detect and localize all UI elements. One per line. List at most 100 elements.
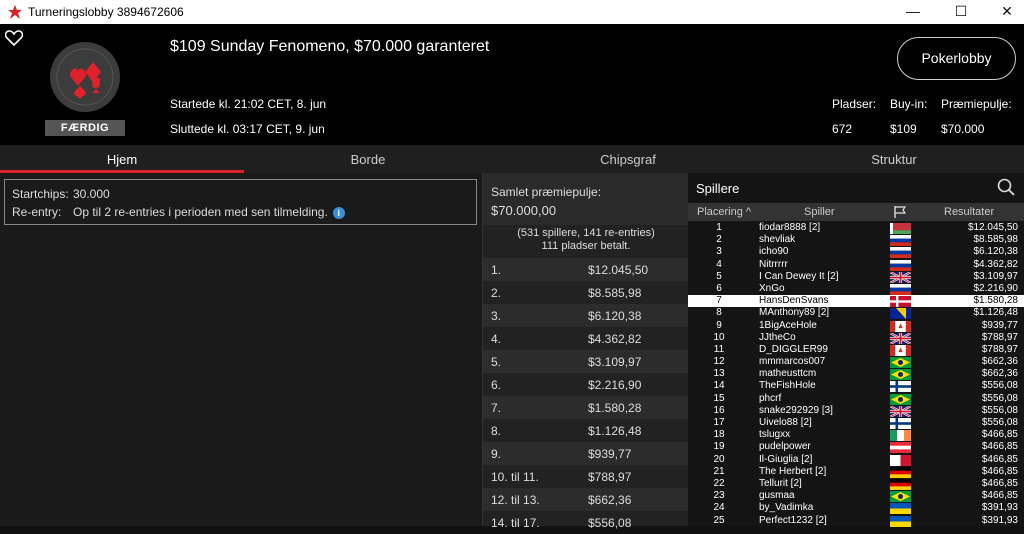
prize-summary: (531 spillere, 141 re-entries) 111 plads… [483, 227, 689, 253]
player-name: pudelpower [759, 441, 811, 453]
country-flag-icon [890, 223, 911, 234]
player-name: Il-Giuglia [2] [759, 453, 813, 465]
player-row[interactable]: 24 by_Vadimka $391,93 [688, 502, 1024, 515]
player-rank: 16 [713, 404, 725, 416]
tab-structure[interactable]: Struktur [764, 145, 1024, 173]
player-result: $391,93 [981, 514, 1018, 526]
players-pane: Spillere Placering ^ Spiller Resultater … [688, 173, 1024, 527]
prize-place: 4. [491, 332, 502, 346]
country-flag-icon [890, 308, 911, 320]
info-icon[interactable]: i [332, 206, 345, 219]
player-row[interactable]: 5 I Can Dewey It [2] $3.109,97 [688, 271, 1024, 283]
player-row[interactable]: 20 Il-Giuglia [2] $466,85 [688, 454, 1024, 466]
player-name: Uivelo88 [2] [759, 417, 812, 428]
player-row[interactable]: 1 fiodar8888 [2] $12.045,50 [688, 222, 1024, 234]
prize-row: 7. $1.580,28 [483, 396, 689, 419]
player-row[interactable]: 3 icho90 $6.120,38 [688, 246, 1024, 259]
buyin-label: Buy-in: [890, 97, 928, 111]
player-rank: 19 [713, 441, 725, 453]
prize-place: 3. [491, 309, 502, 323]
entries-text: (531 spillere, 141 re-entries) [517, 227, 655, 239]
flag-column-icon[interactable] [893, 205, 907, 219]
tab-chipgraph[interactable]: Chipsgraf [492, 145, 764, 173]
prize-row: 8. $1.126,48 [483, 419, 689, 442]
player-name: MAnthony89 [2] [759, 307, 830, 319]
player-row[interactable]: 2 shevliak $8.585,98 [688, 234, 1024, 247]
player-result: $1.126,48 [973, 307, 1019, 319]
player-result: $1.580,28 [973, 295, 1019, 307]
player-row[interactable]: 6 XnGo $2.216,90 [688, 283, 1024, 295]
player-row[interactable]: 4 Nitrrrrr $4.362,82 [688, 259, 1024, 271]
paid-text: 111 pladser betalt. [541, 240, 631, 252]
country-flag-icon [890, 393, 911, 405]
player-row[interactable]: 18 tslugxx $466,85 [688, 429, 1024, 442]
country-flag-icon [890, 418, 911, 429]
country-flag-icon [890, 381, 911, 393]
player-row[interactable]: 9 1BigAceHole $939,77 [688, 320, 1024, 332]
tab-bar: Hjem Borde Chipsgraf Struktur [0, 145, 1024, 173]
maximize-button[interactable]: ☐ [938, 0, 984, 24]
prize-place: 8. [491, 424, 502, 438]
player-row[interactable]: 8 MAnthony89 [2] $1.126,48 [688, 307, 1024, 320]
player-result: $662,36 [981, 368, 1018, 380]
close-button[interactable]: ✕ [984, 0, 1024, 24]
player-name: I Can Dewey It [2] [759, 270, 839, 282]
player-row[interactable]: 22 Tellurit [2] $466,85 [688, 478, 1024, 490]
country-flag-icon [890, 259, 911, 271]
prize-amount: $556,08 [588, 516, 632, 530]
player-name: matheusttcm [759, 368, 817, 380]
player-row[interactable]: 10 JJtheCo $788,97 [688, 332, 1024, 344]
player-result: $8.585,98 [973, 234, 1019, 246]
prize-place: 9. [491, 447, 502, 461]
prize-amount: $2.216,90 [588, 378, 642, 392]
prize-row: 12. til 13. $662,36 [483, 488, 689, 511]
status-badge: FÆRDIG [45, 120, 125, 136]
country-flag-icon [890, 283, 911, 295]
player-row[interactable]: 19 pudelpower $466,85 [688, 441, 1024, 454]
prize-place: 14. til 17. [491, 516, 540, 530]
minimize-button[interactable]: — [890, 0, 936, 24]
prizepool-value: $70.000 [941, 122, 985, 136]
player-row[interactable]: 14 TheFishHole $556,08 [688, 380, 1024, 393]
poker-lobby-button[interactable]: Pokerlobby [897, 37, 1016, 80]
player-row[interactable]: 25 Perfect1232 [2] $391,93 [688, 515, 1024, 527]
country-flag-icon [890, 369, 911, 381]
player-row[interactable]: 12 mmmarcos007 $662,36 [688, 356, 1024, 369]
search-icon[interactable] [997, 178, 1015, 196]
player-row[interactable]: 15 phcrf $556,08 [688, 393, 1024, 405]
player-row[interactable]: 7 HansDenSvans $1.580,28 [688, 295, 1024, 308]
prize-place: 1. [491, 263, 502, 277]
col-results[interactable]: Resultater [944, 206, 994, 218]
end-time: Sluttede kl. 03:17 CET, 9. jun [170, 122, 325, 136]
sort-ascending-icon: ^ [745, 206, 752, 218]
player-result: $6.120,38 [973, 246, 1019, 258]
player-name: XnGo [759, 282, 785, 294]
player-rank: 5 [716, 270, 722, 282]
player-row[interactable]: 16 snake292929 [3] $556,08 [688, 405, 1024, 417]
player-name: JJtheCo [759, 331, 796, 343]
player-row[interactable]: 21 The Herbert [2] $466,85 [688, 466, 1024, 478]
player-rank: 8 [716, 307, 722, 319]
tab-tables[interactable]: Borde [244, 145, 492, 173]
player-rank: 21 [713, 465, 725, 477]
col-place-label: Placering [697, 206, 743, 218]
player-row[interactable]: 11 D_DIGGLER99 $788,97 [688, 344, 1024, 356]
country-flag-icon [890, 442, 911, 454]
player-result: $556,08 [981, 404, 1018, 416]
country-flag-icon [890, 478, 911, 490]
prize-list: 1. $12.045,50 2. $8.585,98 3. $6.120,38 4. $4.3… [483, 258, 689, 534]
tab-home[interactable]: Hjem [0, 145, 244, 173]
player-rank: 14 [713, 380, 725, 392]
player-row[interactable]: 17 Uivelo88 [2] $556,08 [688, 417, 1024, 429]
prize-title: Samlet præmiepulje: [491, 185, 602, 199]
country-flag-icon [890, 515, 911, 527]
col-place[interactable]: Placering ^ [697, 206, 751, 218]
player-result: $2.216,90 [973, 282, 1019, 294]
col-player[interactable]: Spiller [804, 206, 835, 218]
seats-value: 672 [832, 122, 853, 136]
player-result: $788,97 [981, 331, 1018, 343]
player-name: TheFishHole [759, 380, 816, 392]
favorite-heart-icon[interactable] [5, 30, 23, 46]
player-row[interactable]: 23 gusmaa $466,85 [688, 490, 1024, 503]
player-row[interactable]: 13 matheusttcm $662,36 [688, 368, 1024, 381]
